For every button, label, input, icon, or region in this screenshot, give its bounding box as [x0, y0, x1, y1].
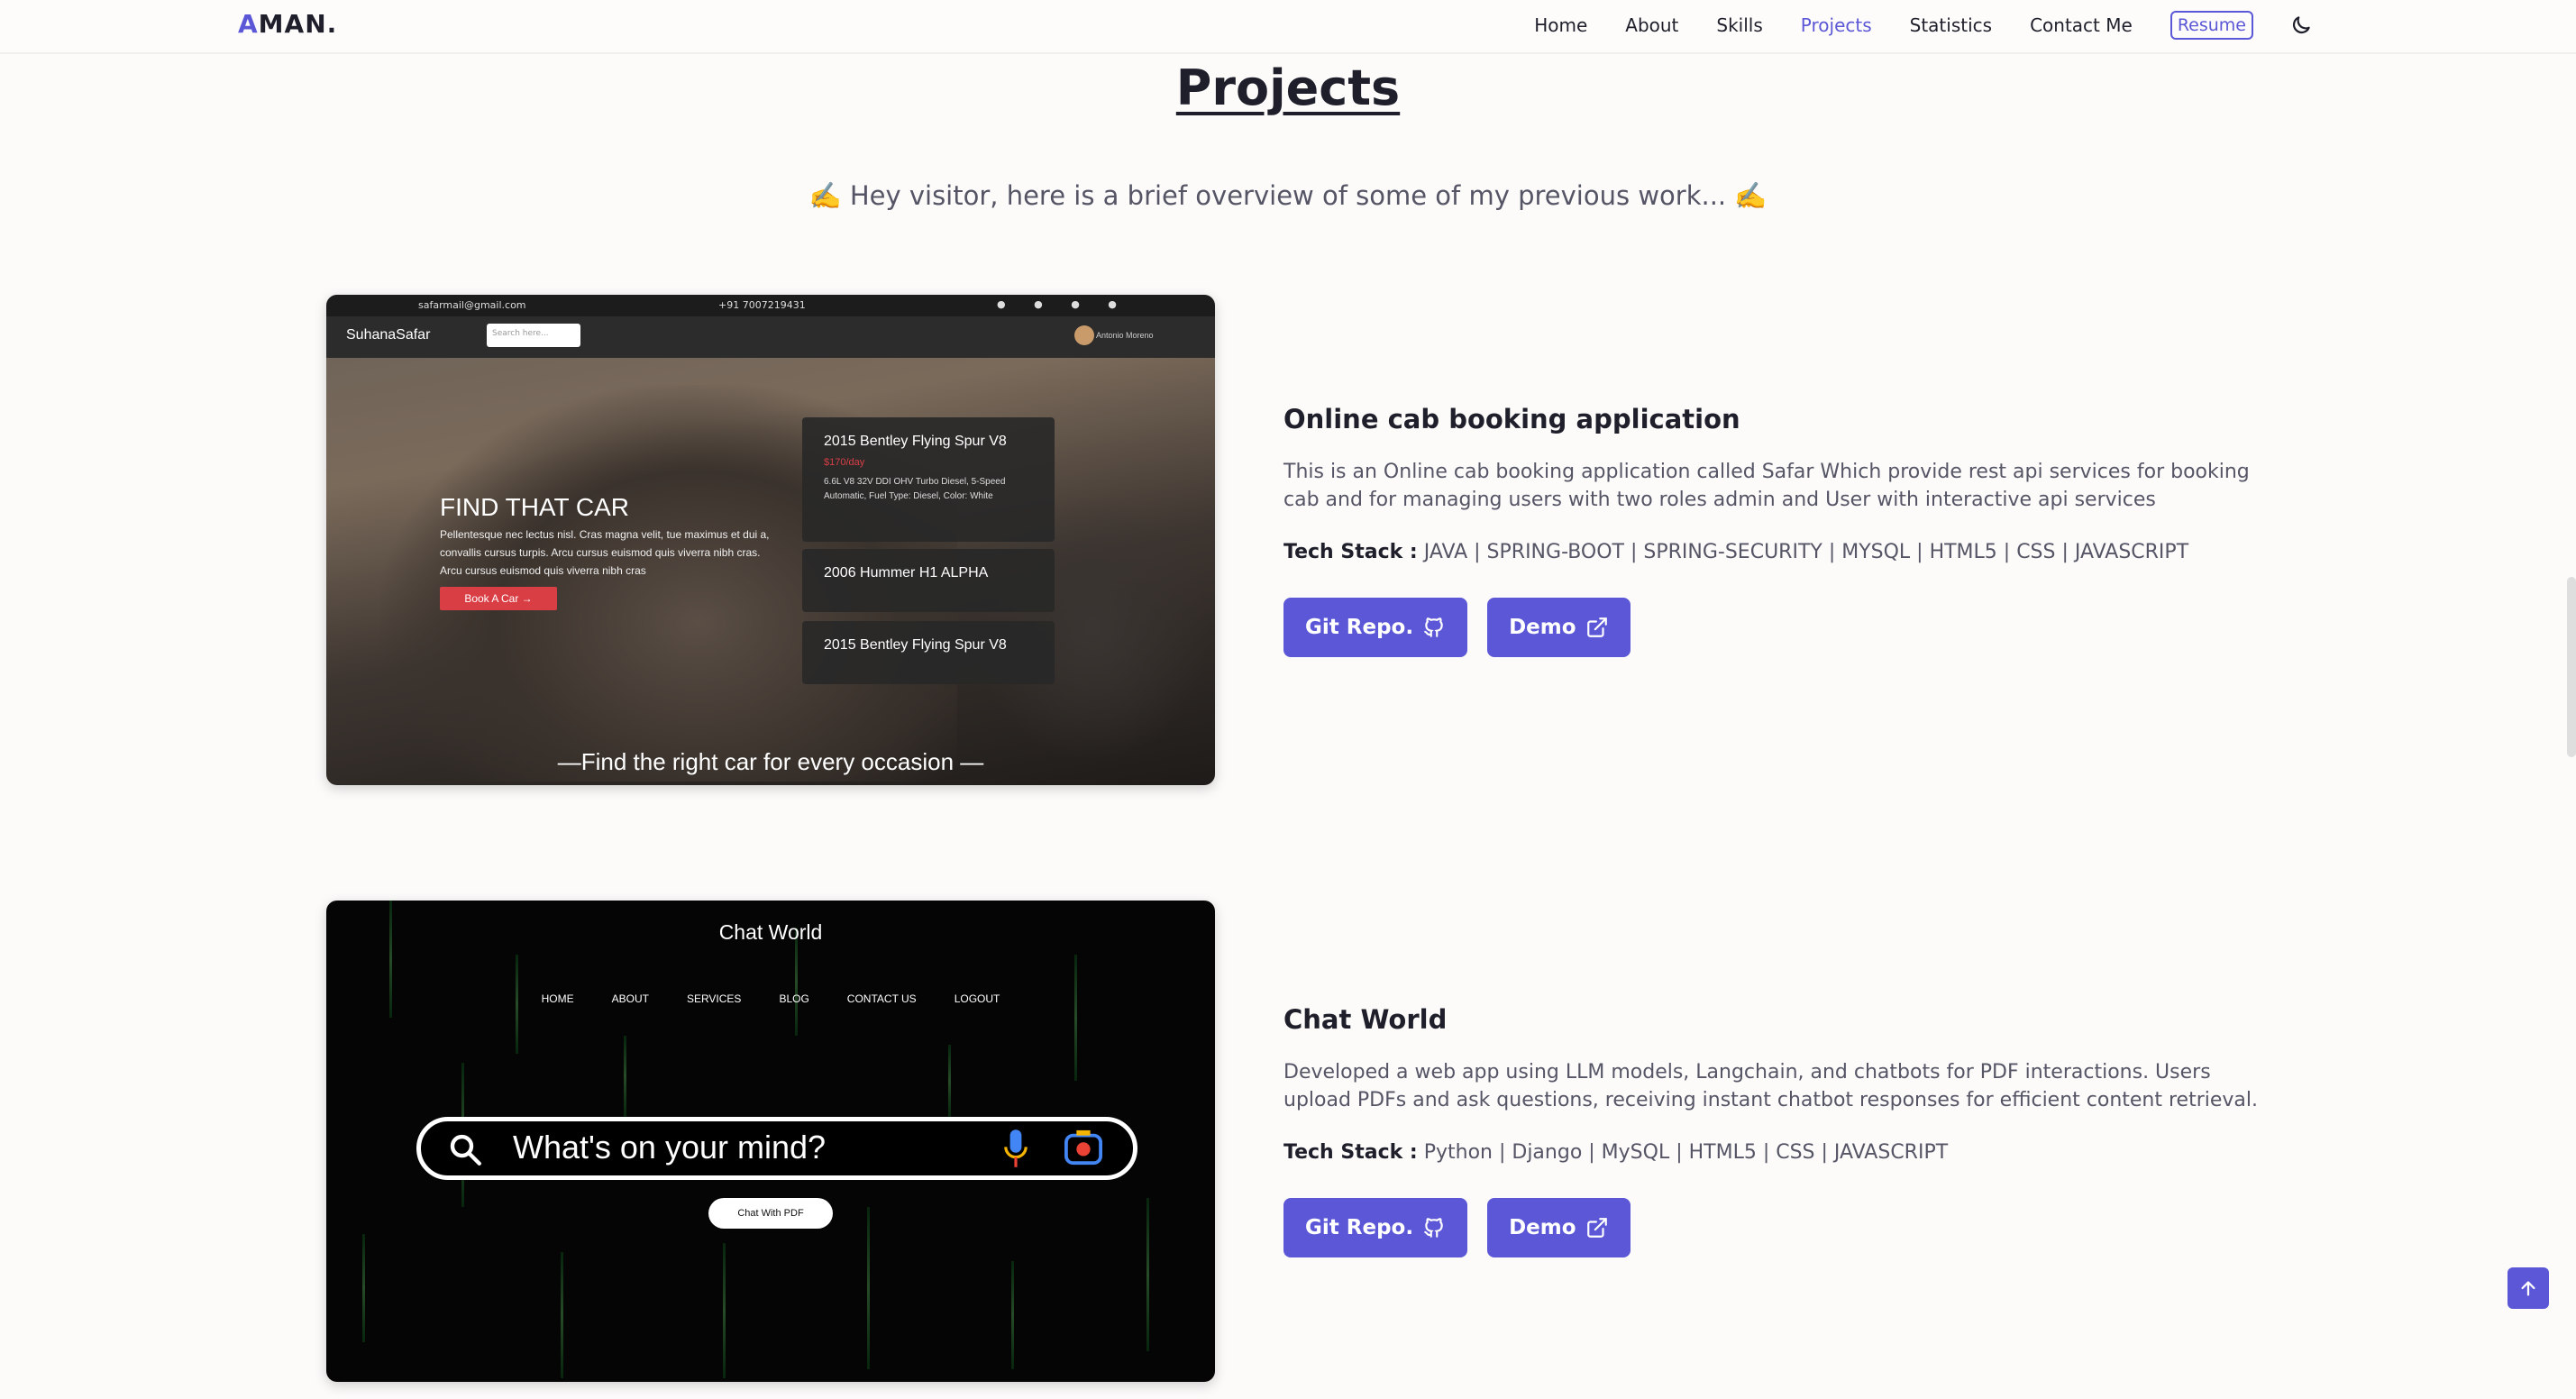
project-info: Online cab booking application This is a… — [1283, 404, 2275, 657]
mock-brand: SuhanaSafar — [346, 327, 431, 343]
mock-search-bar: What's on your mind? — [416, 1117, 1137, 1180]
tech-stack-value: Python | Django | MySQL | HTML5 | CSS | … — [1423, 1141, 1949, 1164]
mock-car-card: 2015 Bentley Flying Spur V8 — [802, 621, 1055, 684]
scroll-to-top-button[interactable] — [2507, 1267, 2549, 1309]
mock-email: safarmail@gmail.com — [418, 299, 526, 311]
mock-chat-pdf-button: Chat With PDF — [708, 1198, 833, 1229]
resume-button[interactable]: Resume — [2170, 11, 2253, 40]
logo-initial: A — [238, 9, 259, 39]
mock-car-price: $170/day — [824, 457, 865, 468]
tech-stack-label: Tech Stack : — [1283, 1141, 1418, 1164]
mock-menu-item: ABOUT — [611, 992, 649, 1005]
mock-menu: HOME ABOUT SERVICES BLOG CONTACT US LOGO… — [326, 992, 1215, 1005]
nav-about[interactable]: About — [1625, 12, 1678, 39]
logo[interactable]: AMAN. — [238, 9, 337, 39]
arrow-up-icon — [2521, 1281, 2535, 1296]
page-subtitle: ✍️ Hey visitor, here is a brief overview… — [808, 180, 1768, 211]
mock-avatar — [1074, 325, 1094, 345]
github-icon — [1424, 1218, 1443, 1238]
page-title: Projects — [1175, 59, 1401, 116]
mock-navbar: SuhanaSafar Search here... Antonio Moren… — [326, 316, 1215, 358]
git-repo-label: Git Repo. — [1305, 616, 1414, 639]
mock-topbar: safarmail@gmail.com +91 7007219431 ● ● ●… — [326, 295, 1215, 316]
matrix-rain — [1074, 955, 1077, 1081]
git-repo-button[interactable]: Git Repo. — [1283, 598, 1468, 657]
mock-search: Search here... — [487, 324, 580, 347]
microphone-icon — [1004, 1129, 1028, 1167]
matrix-rain — [561, 1252, 563, 1378]
mock-menu-item: LOGOUT — [954, 992, 1000, 1005]
mock-user: Antonio Moreno — [1096, 331, 1154, 340]
mock-search-placeholder: What's on your mind? — [513, 1129, 827, 1166]
mock-car-specs: 6.6L V8 32V DDI OHV Turbo Diesel, 5-Spee… — [824, 477, 1006, 501]
camera-icon — [1064, 1129, 1102, 1166]
matrix-rain — [1146, 1198, 1149, 1351]
mock-menu-item: BLOG — [779, 992, 809, 1005]
nav-home[interactable]: Home — [1534, 12, 1587, 39]
matrix-rain — [867, 1207, 870, 1369]
project-description: This is an Online cab booking applicatio… — [1283, 461, 2250, 511]
mock-social-icons: ● ● ● ● — [997, 298, 1129, 310]
mock-car-name: 2015 Bentley Flying Spur V8 — [824, 637, 1007, 653]
mock-car-name: 2015 Bentley Flying Spur V8 — [824, 434, 1007, 449]
nav-statistics[interactable]: Statistics — [1910, 12, 1992, 39]
project-tech-stack: Tech Stack : JAVA | SPRING-BOOT | SPRING… — [1283, 541, 2275, 563]
moon-icon[interactable] — [2289, 14, 2313, 37]
scrollbar-thumb[interactable] — [2567, 577, 2576, 757]
matrix-rain — [1011, 1261, 1014, 1369]
project-buttons: Git Repo. Demo — [1283, 598, 2275, 657]
external-link-icon — [1586, 1218, 1607, 1238]
tech-stack-value: JAVA | SPRING-BOOT | SPRING-SECURITY | M… — [1423, 541, 2189, 563]
mock-caption: —Find the right car for every occasion — — [557, 748, 984, 775]
logo-rest: MAN. — [258, 9, 338, 39]
mock-heading: FIND THAT CAR — [440, 493, 630, 521]
git-repo-button[interactable]: Git Repo. — [1283, 1198, 1468, 1257]
project-buttons: Git Repo. Demo — [1283, 1198, 2275, 1257]
matrix-rain — [948, 1045, 951, 1117]
nav-skills[interactable]: Skills — [1716, 12, 1762, 39]
nav-links: Home About Skills Projects Statistics Co… — [1496, 11, 2313, 40]
mock-book-button: Book A Car → — [440, 587, 557, 610]
project-screenshot-safar: safarmail@gmail.com +91 7007219431 ● ● ●… — [326, 295, 1215, 785]
project-info: Chat World Developed a web app using LLM… — [1283, 1004, 2275, 1257]
search-icon — [450, 1134, 481, 1166]
mock-text: Pellentesque nec lectus nisl. Cras magna… — [440, 528, 770, 577]
demo-label: Demo — [1509, 1216, 1576, 1239]
mock-menu-item: CONTACT US — [846, 992, 917, 1005]
project-description: Developed a web app using LLM models, La… — [1283, 1061, 2259, 1111]
nav-projects[interactable]: Projects — [1801, 12, 1872, 39]
tech-stack-label: Tech Stack : — [1283, 541, 1418, 563]
navbar: AMAN. Home About Skills Projects Statist… — [0, 0, 2576, 54]
mock-menu-item: HOME — [541, 992, 574, 1005]
mock-car-card: 2006 Hummer H1 ALPHA — [802, 549, 1055, 612]
demo-label: Demo — [1509, 616, 1576, 639]
mock-app-title: Chat World — [718, 920, 823, 944]
github-icon — [1424, 617, 1443, 637]
demo-button[interactable]: Demo — [1487, 598, 1631, 657]
mock-car-card: 2015 Bentley Flying Spur V8 $170/day 6.6… — [802, 417, 1055, 542]
matrix-rain — [362, 1234, 365, 1342]
git-repo-label: Git Repo. — [1305, 1216, 1414, 1239]
matrix-rain — [723, 1243, 726, 1378]
project-screenshot-chatworld: Chat World HOME ABOUT SERVICES BLOG CONT… — [326, 901, 1215, 1382]
mock-car-name: 2006 Hummer H1 ALPHA — [824, 565, 989, 581]
project-tech-stack: Tech Stack : Python | Django | MySQL | H… — [1283, 1141, 2275, 1164]
mock-phone: +91 7007219431 — [718, 299, 806, 311]
matrix-rain — [624, 1036, 626, 1117]
nav-contact[interactable]: Contact Me — [2030, 12, 2133, 39]
external-link-icon — [1586, 617, 1607, 637]
project-title: Online cab booking application — [1283, 404, 1740, 434]
demo-button[interactable]: Demo — [1487, 1198, 1631, 1257]
mock-menu-item: SERVICES — [686, 992, 742, 1005]
project-title: Chat World — [1283, 1004, 1448, 1035]
